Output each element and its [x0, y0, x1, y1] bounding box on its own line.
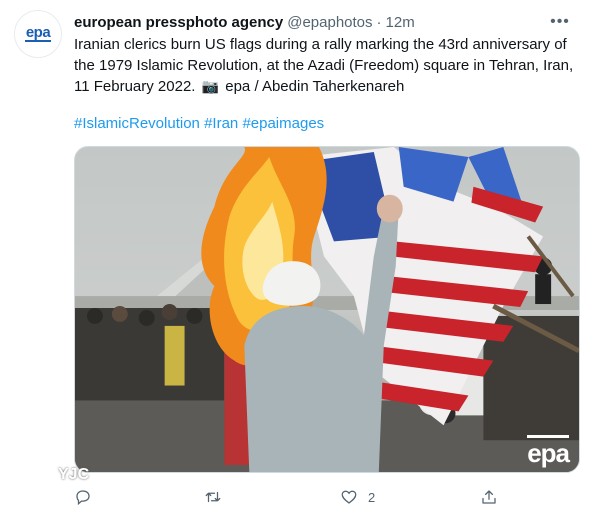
share-icon	[482, 490, 496, 504]
avatar[interactable]: epa	[14, 10, 62, 58]
separator-dot: ·	[376, 13, 382, 31]
like-button[interactable]: 2	[340, 486, 375, 508]
retweet-icon	[205, 491, 221, 503]
tweet-text: Iranian clerics burn US flags during a r…	[74, 34, 579, 97]
author-name[interactable]: european pressphoto agency	[74, 14, 283, 31]
camera-emoji-icon: 📷	[201, 78, 220, 94]
avatar-logo-text: epa	[24, 24, 52, 42]
tweet[interactable]: epa european pressphoto agency @epaphoto…	[0, 0, 591, 514]
author-handle[interactable]: @epaphotos	[287, 14, 372, 31]
tweet-header: european pressphoto agency @epaphotos · …	[74, 11, 571, 33]
epa-watermark: epa	[527, 435, 570, 466]
retweet-button[interactable]	[204, 486, 222, 508]
hashtag-link[interactable]: #epaimages	[242, 115, 324, 132]
more-icon[interactable]: •••	[549, 11, 571, 33]
share-button[interactable]	[480, 486, 498, 508]
hashtags: #IslamicRevolution #Iran #epaimages	[74, 113, 324, 134]
like-count: 2	[368, 489, 376, 505]
photo-scene	[75, 147, 579, 472]
tweet-actions: 2	[74, 486, 514, 508]
reply-button[interactable]	[74, 486, 92, 508]
timestamp[interactable]: 12m	[386, 14, 415, 31]
tweet-photo[interactable]: epa	[74, 146, 580, 473]
yjc-text: YJC	[58, 466, 90, 483]
hashtag-link[interactable]: #IslamicRevolution	[74, 115, 200, 132]
hashtag-link[interactable]: #Iran	[204, 115, 238, 132]
heart-icon	[341, 490, 357, 504]
yjc-logo-icon	[26, 463, 48, 487]
raised-fist	[376, 194, 403, 223]
reply-icon	[76, 490, 90, 506]
tweet-text-credit: epa / Abedin Taherkenareh	[225, 78, 405, 95]
